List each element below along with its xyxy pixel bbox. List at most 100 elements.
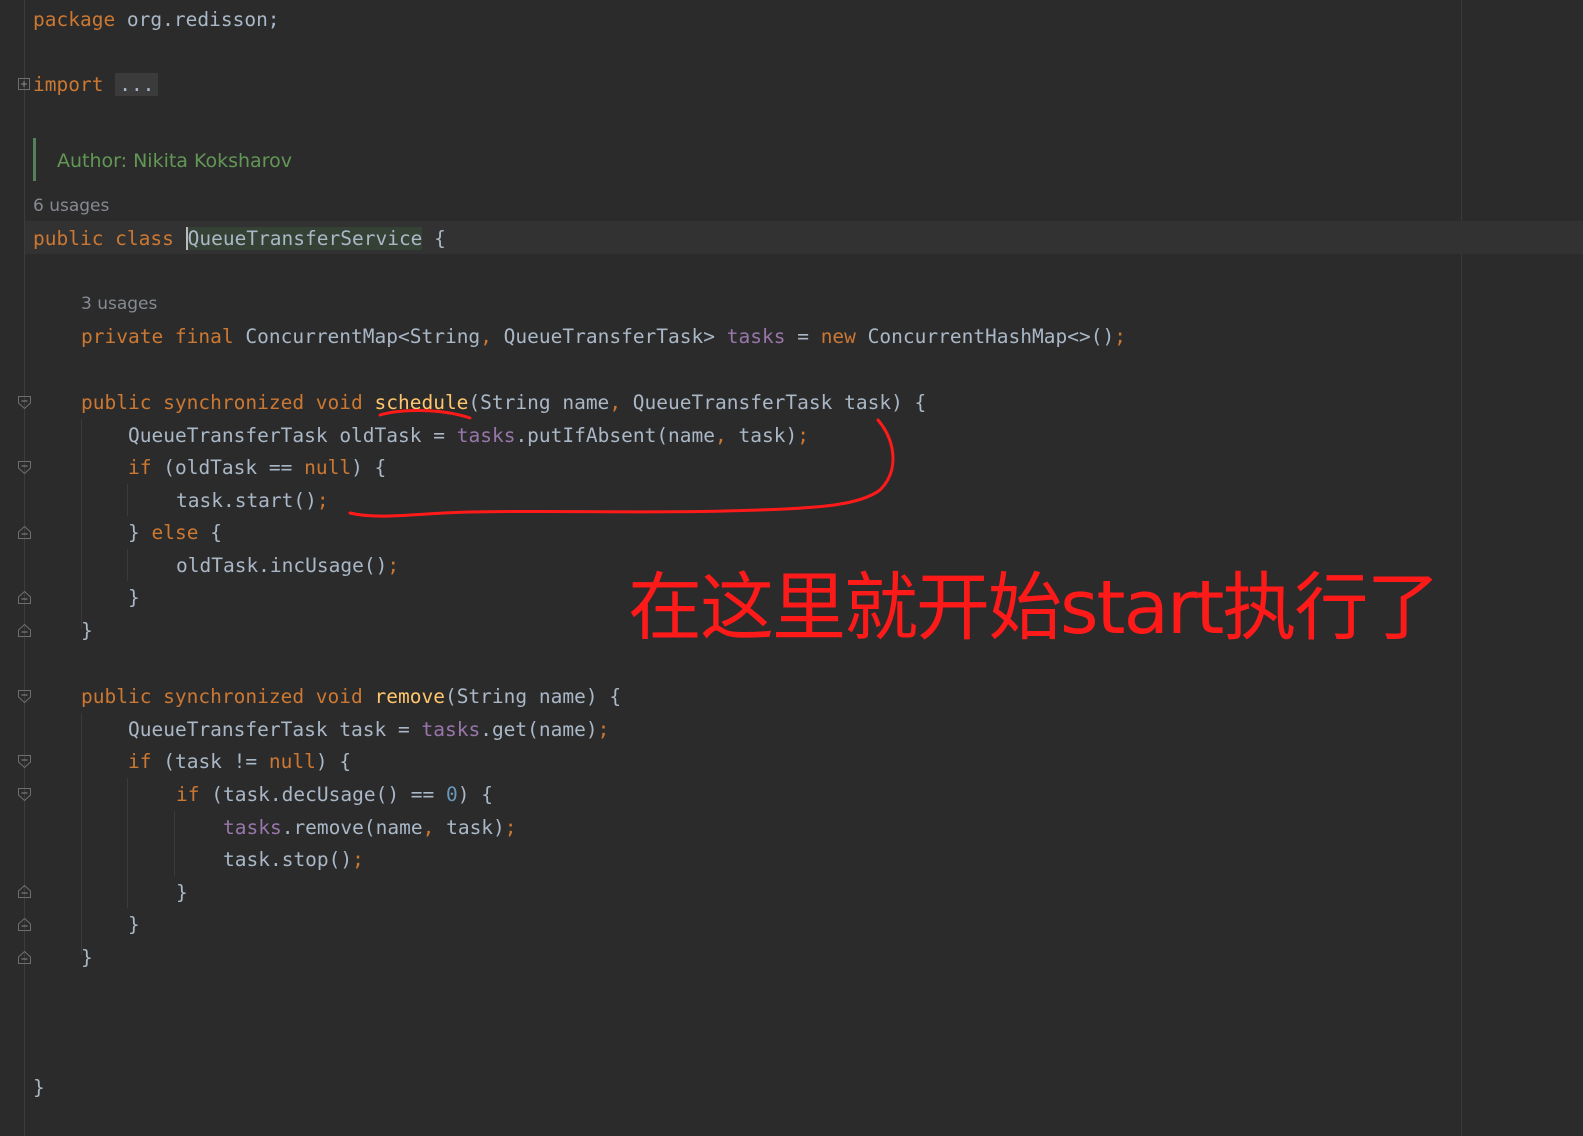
code-line[interactable]: } bbox=[128, 581, 140, 614]
type: ConcurrentMap<String bbox=[245, 325, 481, 348]
fold-end-icon[interactable] bbox=[17, 951, 32, 964]
brace: } bbox=[176, 881, 188, 904]
statement: task) bbox=[726, 424, 798, 447]
code-line[interactable]: task.stop(); bbox=[223, 843, 364, 876]
field-name: tasks bbox=[456, 424, 516, 447]
author-doc: Author: Nikita Koksharov bbox=[57, 150, 292, 172]
statement: .putIfAbsent(name bbox=[515, 424, 716, 447]
fold-icon[interactable] bbox=[17, 396, 32, 409]
brace: } bbox=[81, 946, 93, 969]
keyword: public synchronized void bbox=[81, 391, 375, 414]
fold-end-icon[interactable] bbox=[17, 918, 32, 931]
indent-guide bbox=[81, 713, 82, 955]
statement: QueueTransferTask oldTask = bbox=[128, 424, 457, 447]
statement: QueueTransferTask task = bbox=[128, 718, 422, 741]
code-line[interactable]: } bbox=[176, 876, 188, 909]
semicolon: ; bbox=[387, 554, 400, 577]
code-line-package[interactable]: package org.redisson; bbox=[33, 3, 280, 36]
code-line-method-remove[interactable]: public synchronized void remove(String n… bbox=[81, 680, 621, 713]
usages-hint[interactable]: 6 usages bbox=[33, 196, 109, 216]
type: QueueTransferTask> bbox=[491, 325, 727, 348]
keyword: public synchronized void bbox=[81, 685, 375, 708]
statement: ) { bbox=[457, 783, 494, 806]
constructor: ConcurrentHashMap<>() bbox=[855, 325, 1115, 348]
semicolon: ; bbox=[597, 718, 610, 741]
code-line[interactable]: QueueTransferTask oldTask = tasks.putIfA… bbox=[128, 419, 809, 452]
comma: , bbox=[480, 325, 492, 348]
class-name: QueueTransferService bbox=[185, 227, 423, 250]
brace: } bbox=[128, 913, 140, 936]
keyword: null bbox=[304, 456, 352, 479]
fold-icon[interactable] bbox=[17, 755, 32, 768]
statement: (task != bbox=[151, 750, 269, 773]
code-line-start[interactable]: task.start(); bbox=[176, 484, 329, 517]
field-name: tasks bbox=[726, 325, 786, 348]
brace: { bbox=[198, 521, 222, 544]
statement: oldTask.incUsage() bbox=[176, 554, 388, 577]
code-line-field[interactable]: private final ConcurrentMap<String, Queu… bbox=[81, 320, 1126, 353]
folded-imports[interactable]: ... bbox=[115, 73, 159, 96]
expand-icon[interactable] bbox=[17, 78, 32, 91]
code-line-class[interactable]: public class QueueTransferService { bbox=[33, 222, 446, 255]
code-line[interactable]: } bbox=[128, 908, 140, 941]
number: 0 bbox=[446, 783, 458, 806]
fold-end-icon[interactable] bbox=[17, 591, 32, 604]
fold-end-icon[interactable] bbox=[17, 624, 32, 637]
method-name: remove bbox=[374, 685, 445, 708]
keyword: private final bbox=[81, 325, 246, 348]
code-line[interactable]: if (oldTask == null) { bbox=[128, 451, 386, 484]
keyword: new bbox=[820, 325, 856, 348]
code-line[interactable]: } bbox=[33, 1071, 45, 1104]
semicolon: ; bbox=[504, 816, 517, 839]
fold-icon[interactable] bbox=[17, 461, 32, 474]
indent-guide bbox=[127, 549, 128, 581]
fold-icon[interactable] bbox=[17, 690, 32, 703]
code-line[interactable]: QueueTransferTask task = tasks.get(name)… bbox=[128, 713, 609, 746]
statement: ) { bbox=[351, 456, 387, 479]
code-line[interactable]: if (task != null) { bbox=[128, 745, 351, 778]
keyword: if bbox=[176, 783, 200, 806]
indent-guide bbox=[81, 419, 82, 629]
doc-comment-bar bbox=[33, 138, 36, 181]
code-line-method-schedule[interactable]: public synchronized void schedule(String… bbox=[81, 386, 926, 419]
usages-hint[interactable]: 3 usages bbox=[81, 294, 157, 314]
brace: } bbox=[33, 1076, 45, 1099]
keyword: if bbox=[128, 750, 152, 773]
code-line[interactable]: } bbox=[81, 941, 93, 974]
keyword: else bbox=[151, 521, 199, 544]
code-line[interactable]: oldTask.incUsage(); bbox=[176, 549, 399, 582]
indent-guide bbox=[127, 484, 128, 516]
code-line[interactable]: if (task.decUsage() == 0) { bbox=[176, 778, 493, 811]
statement: task.start() bbox=[176, 489, 317, 512]
params: (String name) { bbox=[444, 685, 622, 708]
package-name: org.redisson; bbox=[115, 8, 280, 31]
field-name: tasks bbox=[421, 718, 481, 741]
statement: (task.decUsage() == bbox=[199, 783, 447, 806]
fold-icon[interactable] bbox=[17, 788, 32, 801]
brace: { bbox=[422, 227, 446, 250]
keyword: if bbox=[128, 456, 152, 479]
brace: } bbox=[128, 521, 152, 544]
fold-end-icon[interactable] bbox=[17, 526, 32, 539]
code-line[interactable]: tasks.remove(name, task); bbox=[223, 811, 517, 844]
keyword: package bbox=[33, 8, 116, 31]
code-line[interactable]: } bbox=[81, 614, 93, 647]
operator: = bbox=[785, 325, 821, 348]
statement: (oldTask == bbox=[151, 456, 305, 479]
params: (String name bbox=[468, 391, 610, 414]
editor-gutter bbox=[0, 0, 25, 1136]
params: QueueTransferTask task) { bbox=[621, 391, 927, 414]
annotation-text: 在这里就开始start执行了 bbox=[628, 565, 1440, 651]
code-line-import[interactable]: import ... bbox=[33, 68, 159, 101]
fold-end-icon[interactable] bbox=[17, 885, 32, 898]
right-margin-guide bbox=[1461, 0, 1462, 1136]
semicolon: ; bbox=[316, 489, 329, 512]
statement: .remove(name bbox=[281, 816, 423, 839]
indent-guide bbox=[127, 778, 128, 908]
semicolon: ; bbox=[797, 424, 809, 447]
statement: task.stop() bbox=[223, 848, 353, 871]
semicolon: ; bbox=[352, 848, 364, 871]
brace: } bbox=[128, 586, 140, 609]
statement: task) bbox=[434, 816, 505, 839]
code-line[interactable]: } else { bbox=[128, 516, 222, 549]
